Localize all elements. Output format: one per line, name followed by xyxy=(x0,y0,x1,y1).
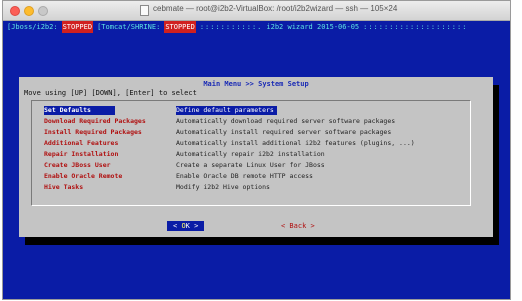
menu-item-tag: Download Required Packages xyxy=(44,117,146,125)
zoom-button[interactable] xyxy=(38,6,48,16)
ok-bracket-left: < xyxy=(173,222,178,230)
menu-item-tag: Create JBoss User xyxy=(44,161,111,169)
jboss-status: STOPPED xyxy=(61,21,94,33)
ok-label: K > xyxy=(185,222,199,230)
menu-item-desc: Automatically install required server so… xyxy=(176,128,392,136)
tmux-status-bar: [Jboss/i2b2: STOPPED [Tomcat/SHRINE: STOPPE… xyxy=(3,21,510,33)
menu-item-desc: Define default parameters xyxy=(176,106,277,115)
folder-icon xyxy=(140,5,149,16)
back-button[interactable]: < Back > xyxy=(281,221,315,231)
menu-item-desc: Automatically repair i2b2 installation xyxy=(176,150,325,158)
menu-item-tag: Install Required Packages xyxy=(44,128,142,136)
dialog-title: Main Menu >> System Setup xyxy=(203,80,309,88)
menu-item-desc: Enable Oracle DB remote HTTP access xyxy=(176,172,313,180)
menu-item-additional-features[interactable]: Additional Features Automatically instal… xyxy=(44,139,464,148)
main-menu-dialog: Main Menu >> System Setup Move using [UP… xyxy=(19,77,493,237)
close-button[interactable] xyxy=(10,6,20,16)
jboss-label: [Jboss/i2b2: xyxy=(7,23,58,31)
status-dots: :::::::::::. xyxy=(199,23,263,31)
menu-item-desc: Automatically download required server s… xyxy=(176,117,396,125)
menu-item-tag: Repair Installation xyxy=(44,150,119,158)
terminal-window: cebmate — root@i2b2-VirtualBox: /root/i2… xyxy=(2,0,511,300)
menu-item-repair-installation[interactable]: Repair Installation Automatically repair… xyxy=(44,150,464,159)
menu-item-desc: Modify i2b2 Hive options xyxy=(176,183,270,191)
menu-item-download-packages[interactable]: Download Required Packages Automatically… xyxy=(44,117,464,126)
menu-item-tag: Enable Oracle Remote xyxy=(44,172,123,180)
menu-item-desc: Automatically install additional i2b2 fe… xyxy=(176,139,415,147)
window-titlebar[interactable]: cebmate — root@i2b2-VirtualBox: /root/i2… xyxy=(3,1,510,21)
menu-item-create-jboss-user[interactable]: Create JBoss User Create a separate Linu… xyxy=(44,161,464,170)
menu-item-set-defaults[interactable]: Set Defaults Define default parameters xyxy=(44,106,464,115)
menu-item-tag: Set Defaults xyxy=(44,106,115,115)
menu-list: Set Defaults Define default parameters D… xyxy=(31,100,471,206)
tomcat-label: [Tomcat/SHRINE: xyxy=(97,23,161,31)
wizard-version: i2b2 wizard 2015-06-05 xyxy=(266,23,360,31)
navigation-instruction: Move using [UP] [DOWN], [Enter] to selec… xyxy=(24,89,197,97)
ok-button[interactable]: < OK > xyxy=(167,221,205,231)
tomcat-status: STOPPED xyxy=(164,21,196,33)
menu-item-install-packages[interactable]: Install Required Packages Automatically … xyxy=(44,128,464,137)
menu-item-tag: Hive Tasks xyxy=(44,183,84,191)
menu-item-hive-tasks[interactable]: Hive Tasks Modify i2b2 Hive options xyxy=(44,183,464,192)
minimize-button[interactable] xyxy=(24,6,34,16)
menu-item-desc: Create a separate Linux User for JBoss xyxy=(176,161,325,169)
menu-item-tag: Additional Features xyxy=(44,139,119,147)
status-dots-right: :::::::::::::::::::: xyxy=(363,23,468,31)
menu-item-enable-oracle-remote[interactable]: Enable Oracle Remote Enable Oracle DB re… xyxy=(44,172,464,181)
window-title: cebmate — root@i2b2-VirtualBox: /root/i2… xyxy=(153,4,398,13)
